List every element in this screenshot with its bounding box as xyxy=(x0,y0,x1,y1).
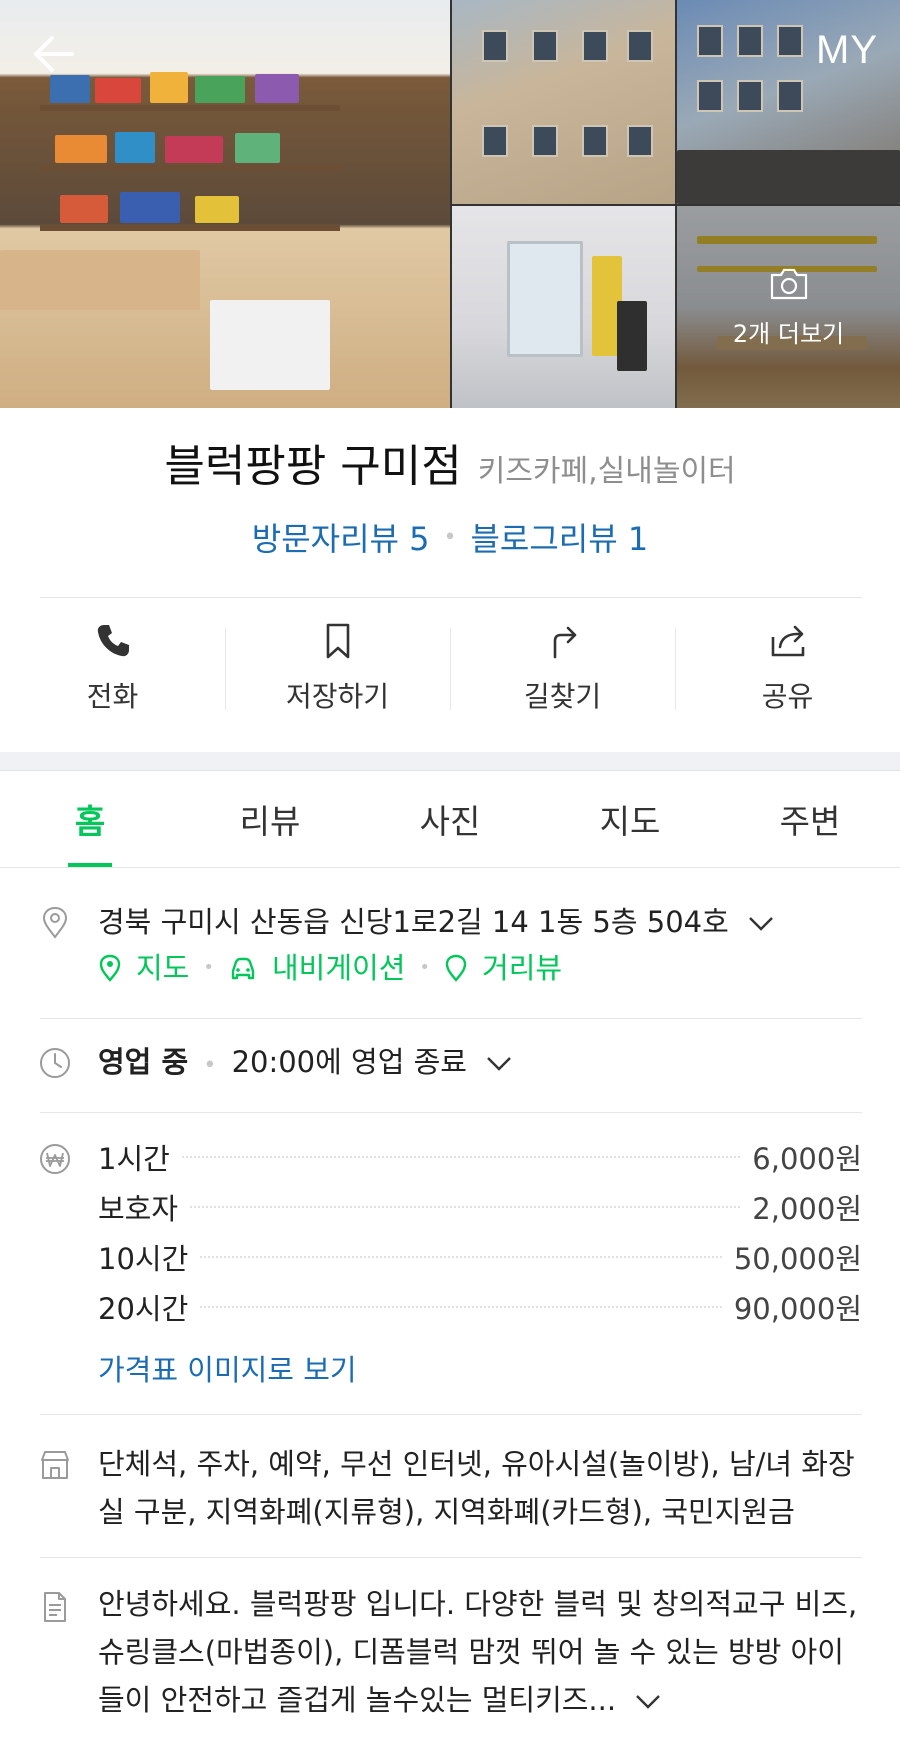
tab-map[interactable]: 지도 xyxy=(540,771,720,867)
separator-dot: • xyxy=(443,524,457,550)
hours-status: 영업 중 xyxy=(98,1045,189,1079)
price-row: 1시간 6,000원 xyxy=(98,1134,862,1184)
visitor-review-link[interactable]: 방문자리뷰 5 xyxy=(252,514,430,560)
dotted-leader xyxy=(190,1206,741,1208)
my-page-button[interactable]: MY xyxy=(816,28,878,73)
price-value: 2,000원 xyxy=(752,1192,862,1226)
clock-icon xyxy=(40,1048,70,1078)
place-name: 블럭팡팡 구미점 xyxy=(164,441,462,492)
chevron-down-icon[interactable] xyxy=(748,916,774,932)
address-section: 경북 구미시 산동읍 신당1로2길 14 1동 5층 504호 지도 • 내비게… xyxy=(0,900,900,1018)
divider xyxy=(40,1018,862,1019)
map-link[interactable]: 지도 xyxy=(136,946,189,990)
dotted-leader xyxy=(181,1156,741,1158)
share-button[interactable]: 공유 xyxy=(675,598,900,738)
separator-dot: • xyxy=(203,957,214,978)
street-view-pin-icon xyxy=(445,954,467,982)
directions-button[interactable]: 길찾기 xyxy=(450,598,675,738)
hours-detail: 20:00에 영업 종료 xyxy=(231,1045,467,1079)
separator-dot: • xyxy=(419,957,431,978)
blog-review-link[interactable]: 블로그리뷰 1 xyxy=(470,514,648,560)
photo-building-front[interactable] xyxy=(452,0,675,204)
description-section[interactable]: 안녕하세요. 블럭팡팡 입니다. 다양한 블럭 및 창의적교구 비즈, 슈링클스… xyxy=(0,1580,900,1740)
directions-label: 길찾기 xyxy=(523,680,602,713)
share-label: 공유 xyxy=(761,680,814,713)
chevron-down-icon[interactable] xyxy=(486,1056,512,1072)
tab-photos[interactable]: 사진 xyxy=(360,771,540,867)
facilities-text: 단체석, 주차, 예약, 무선 인터넷, 유아시설(놀이방), 남/녀 화장실 … xyxy=(98,1447,855,1529)
place-header: 블럭팡팡 구미점 키즈카페,실내놀이터 방문자리뷰 5 • 블로그리뷰 1 xyxy=(0,430,900,560)
price-label: 보호자 xyxy=(98,1192,179,1226)
address-line[interactable]: 경북 구미시 산동읍 신당1로2길 14 1동 5층 504호 xyxy=(98,900,862,944)
document-icon xyxy=(44,1592,66,1622)
price-value: 90,000원 xyxy=(733,1292,862,1326)
save-button[interactable]: 저장하기 xyxy=(225,598,450,738)
tab-bar: 홈 리뷰 사진 지도 주변 xyxy=(0,771,900,868)
map-pin-icon xyxy=(99,954,121,982)
save-label: 저장하기 xyxy=(285,680,390,713)
share-icon xyxy=(771,625,804,657)
chevron-down-icon[interactable] xyxy=(635,1694,661,1710)
price-row: 20시간 90,000원 xyxy=(98,1284,862,1334)
won-currency-icon xyxy=(40,1144,70,1174)
store-icon xyxy=(41,1451,69,1479)
divider xyxy=(40,1414,862,1415)
description-text: 안녕하세요. 블럭팡팡 입니다. 다양한 블럭 및 창의적교구 비즈, 슈링클스… xyxy=(98,1587,858,1717)
camera-icon xyxy=(770,268,807,299)
facilities-section: 단체석, 주차, 예약, 무선 인터넷, 유아시설(놀이방), 남/녀 화장실 … xyxy=(0,1440,900,1540)
action-bar: 전화 저장하기 길찾기 공유 xyxy=(0,598,900,738)
tab-home[interactable]: 홈 xyxy=(0,771,180,867)
directions-icon xyxy=(553,626,576,659)
price-row: 10시간 50,000원 xyxy=(98,1234,862,1284)
price-label: 20시간 xyxy=(98,1292,189,1326)
tab-reviews[interactable]: 리뷰 xyxy=(180,771,360,867)
price-label: 1시간 xyxy=(98,1142,170,1176)
back-button[interactable] xyxy=(28,28,80,80)
back-arrow-icon xyxy=(34,36,74,72)
separator-dot: • xyxy=(203,1053,217,1078)
call-label: 전화 xyxy=(86,680,139,713)
car-navigation-icon xyxy=(231,957,255,980)
call-button[interactable]: 전화 xyxy=(0,598,225,738)
dotted-leader xyxy=(200,1306,722,1308)
address-text: 경북 구미시 산동읍 신당1로2길 14 1동 5층 504호 xyxy=(98,905,729,939)
tab-nearby[interactable]: 주변 xyxy=(720,771,900,867)
divider xyxy=(40,1112,862,1113)
price-value: 50,000원 xyxy=(733,1242,862,1276)
location-pin-icon xyxy=(42,906,68,939)
dotted-leader xyxy=(200,1256,722,1258)
navigation-link[interactable]: 내비게이션 xyxy=(272,946,405,990)
photo-store-entrance[interactable] xyxy=(452,206,675,408)
price-label: 10시간 xyxy=(98,1242,189,1276)
hours-section[interactable]: 영업 중 • 20:00에 영업 종료 xyxy=(0,1040,900,1110)
street-view-link[interactable]: 거리뷰 xyxy=(482,946,562,990)
price-value: 6,000원 xyxy=(752,1142,862,1176)
photo-more-label: 2개 더보기 xyxy=(732,319,845,348)
price-section: 1시간 6,000원 보호자 2,000원 10시간 50,000원 20시간 … xyxy=(0,1134,900,1404)
price-image-link[interactable]: 가격표 이미지로 보기 xyxy=(98,1348,862,1392)
photo-gallery[interactable]: 2개 더보기 xyxy=(0,0,900,408)
divider xyxy=(40,1557,862,1558)
photo-more-overlay[interactable]: 2개 더보기 xyxy=(677,206,900,408)
bookmark-icon xyxy=(326,623,349,659)
phone-icon xyxy=(97,625,129,657)
section-gap xyxy=(0,752,900,771)
price-row: 보호자 2,000원 xyxy=(98,1184,862,1234)
place-category: 키즈카페,실내놀이터 xyxy=(477,454,736,489)
